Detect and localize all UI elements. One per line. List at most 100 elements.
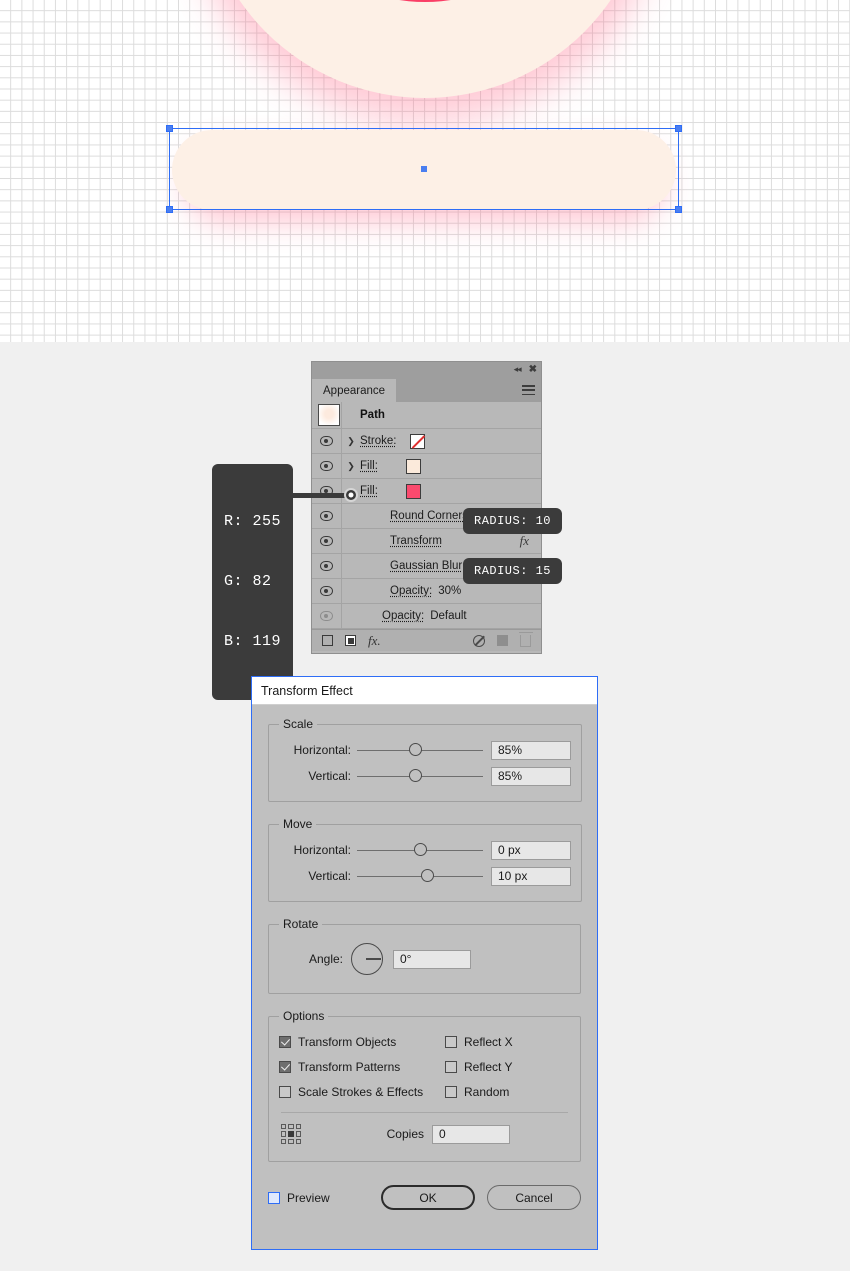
- checkbox-transform-patterns[interactable]: Transform Patterns: [279, 1054, 445, 1079]
- checkbox-icon[interactable]: [279, 1085, 291, 1098]
- anchor-cell[interactable]: [281, 1124, 287, 1130]
- cancel-button[interactable]: Cancel: [487, 1185, 581, 1210]
- anchor-cell-center[interactable]: [288, 1131, 294, 1137]
- checkbox-preview[interactable]: Preview: [268, 1191, 330, 1205]
- move-horizontal-input[interactable]: 0 px: [491, 840, 571, 860]
- scale-horizontal-input[interactable]: 85%: [491, 740, 571, 760]
- new-stroke-icon[interactable]: [322, 635, 333, 646]
- rotate-angle-input[interactable]: 0°: [393, 949, 471, 969]
- visibility-toggle-transform[interactable]: [312, 529, 342, 553]
- fill-2-label[interactable]: Fill:: [360, 485, 378, 497]
- rgb-r-value: R: 255: [224, 513, 282, 530]
- collapse-icon[interactable]: ◂◂: [514, 364, 522, 375]
- anchor-cell[interactable]: [295, 1138, 301, 1144]
- selection-handle-bottom-left[interactable]: [166, 206, 173, 213]
- visibility-toggle-opacity-30[interactable]: [312, 579, 342, 603]
- slider-knob[interactable]: [409, 743, 422, 756]
- fx-icon[interactable]: fx: [520, 533, 529, 549]
- slider-knob[interactable]: [421, 869, 434, 882]
- center-anchor-point[interactable]: [421, 166, 427, 172]
- anchor-cell[interactable]: [288, 1124, 294, 1130]
- selection-handle-bottom-right[interactable]: [675, 206, 682, 213]
- fill-2-swatch[interactable]: [405, 483, 421, 499]
- gaussian-blur-label[interactable]: Gaussian Blur: [360, 560, 462, 572]
- appearance-row-opacity-default[interactable]: Opacity: Default: [312, 604, 541, 629]
- visibility-toggle-round-corners[interactable]: [312, 504, 342, 528]
- scale-vertical-slider[interactable]: [357, 768, 483, 784]
- copies-input[interactable]: 0: [432, 1124, 510, 1144]
- eye-icon: [320, 586, 333, 596]
- checkbox-icon[interactable]: [268, 1191, 280, 1204]
- visibility-toggle-gaussian-blur[interactable]: [312, 554, 342, 578]
- ok-button[interactable]: OK: [381, 1185, 475, 1210]
- transform-spacer: [342, 529, 360, 553]
- opacity-default-label[interactable]: Opacity:: [360, 610, 424, 622]
- close-icon[interactable]: ✖: [529, 364, 537, 375]
- anchor-cell[interactable]: [295, 1124, 301, 1130]
- panel-titlebar-icons: ◂◂ ✖: [514, 364, 537, 375]
- visibility-toggle-opacity-default[interactable]: [312, 604, 342, 628]
- tab-appearance[interactable]: Appearance: [312, 379, 397, 402]
- delete-item-icon[interactable]: [519, 631, 533, 647]
- move-vertical-slider[interactable]: [357, 868, 483, 884]
- scale-horizontal-slider[interactable]: [357, 742, 483, 758]
- checkbox-scale-strokes-effects[interactable]: Scale Strokes & Effects: [279, 1079, 445, 1104]
- selection-handle-top-right[interactable]: [675, 125, 682, 132]
- stroke-swatch-none[interactable]: [410, 433, 426, 449]
- stroke-label[interactable]: Stroke:: [360, 435, 396, 447]
- slider-knob[interactable]: [414, 843, 427, 856]
- visibility-toggle-stroke[interactable]: [312, 429, 342, 453]
- scale-vertical-row: Vertical: 85%: [279, 763, 571, 789]
- anchor-cell[interactable]: [281, 1131, 287, 1137]
- checkbox-reflect-x[interactable]: Reflect X: [445, 1029, 570, 1054]
- expand-arrow-fill-1[interactable]: ❯: [342, 454, 360, 478]
- rotate-group: Rotate Angle: 0°: [268, 917, 581, 994]
- anchor-cell[interactable]: [288, 1138, 294, 1144]
- appearance-row-fill-1[interactable]: ❯ Fill:: [312, 454, 541, 479]
- move-horizontal-slider[interactable]: [357, 842, 483, 858]
- visibility-toggle-fill-1[interactable]: [312, 454, 342, 478]
- eye-icon: [320, 436, 333, 446]
- dialog-buttons: OK Cancel: [381, 1185, 581, 1210]
- transform-effect-dialog[interactable]: Transform Effect Scale Horizontal: 85% V…: [251, 676, 598, 1250]
- screen: ◂◂ ✖ Appearance Path ❯ Stroke: ❯ Fill: F…: [0, 0, 850, 1271]
- add-effect-icon[interactable]: fx.: [368, 633, 381, 649]
- clear-appearance-icon[interactable]: [473, 634, 485, 647]
- opacity-default-value[interactable]: Default: [430, 610, 466, 622]
- options-grid: Transform Objects Transform Patterns Sca…: [279, 1029, 570, 1104]
- expand-arrow-stroke[interactable]: ❯: [342, 429, 360, 453]
- checkbox-icon[interactable]: [445, 1035, 457, 1048]
- checkbox-icon[interactable]: [279, 1035, 291, 1048]
- anchor-cell[interactable]: [281, 1138, 287, 1144]
- transform-label[interactable]: Transform: [360, 535, 442, 547]
- checkbox-random[interactable]: Random: [445, 1079, 570, 1104]
- move-vertical-input[interactable]: 10 px: [491, 866, 571, 886]
- scale-vertical-input[interactable]: 85%: [491, 766, 571, 786]
- checkbox-transform-objects[interactable]: Transform Objects: [279, 1029, 445, 1054]
- checkbox-icon[interactable]: [445, 1060, 457, 1073]
- eye-icon: [320, 611, 333, 621]
- opacity-30-label[interactable]: Opacity:: [360, 585, 432, 597]
- fill-1-label[interactable]: Fill:: [360, 460, 378, 472]
- appearance-item-header[interactable]: Path: [312, 402, 541, 429]
- duplicate-item-icon[interactable]: [497, 635, 508, 646]
- angle-dial-icon[interactable]: [351, 943, 383, 975]
- checkbox-icon[interactable]: [445, 1085, 457, 1098]
- anchor-cell[interactable]: [295, 1131, 301, 1137]
- slider-knob[interactable]: [409, 769, 422, 782]
- artboard-canvas[interactable]: [0, 0, 850, 342]
- options-group: Options Transform Objects Transform Patt…: [268, 1009, 581, 1162]
- selection-handle-top-left[interactable]: [166, 125, 173, 132]
- appearance-row-stroke[interactable]: ❯ Stroke:: [312, 429, 541, 454]
- checkbox-icon[interactable]: [279, 1060, 291, 1073]
- appearance-item-title: Path: [360, 409, 385, 421]
- fill-1-swatch[interactable]: [405, 458, 421, 474]
- checkbox-reflect-y[interactable]: Reflect Y: [445, 1054, 570, 1079]
- panel-menu-icon[interactable]: [522, 385, 535, 395]
- round-corners-label[interactable]: Round Corners: [360, 510, 468, 522]
- new-fill-icon[interactable]: [345, 635, 356, 646]
- anchor-point-grid-icon[interactable]: [281, 1124, 301, 1144]
- opacity-30-value[interactable]: 30%: [438, 585, 461, 597]
- slider-track: [357, 875, 483, 877]
- visibility-toggle-fill-2[interactable]: [312, 479, 342, 503]
